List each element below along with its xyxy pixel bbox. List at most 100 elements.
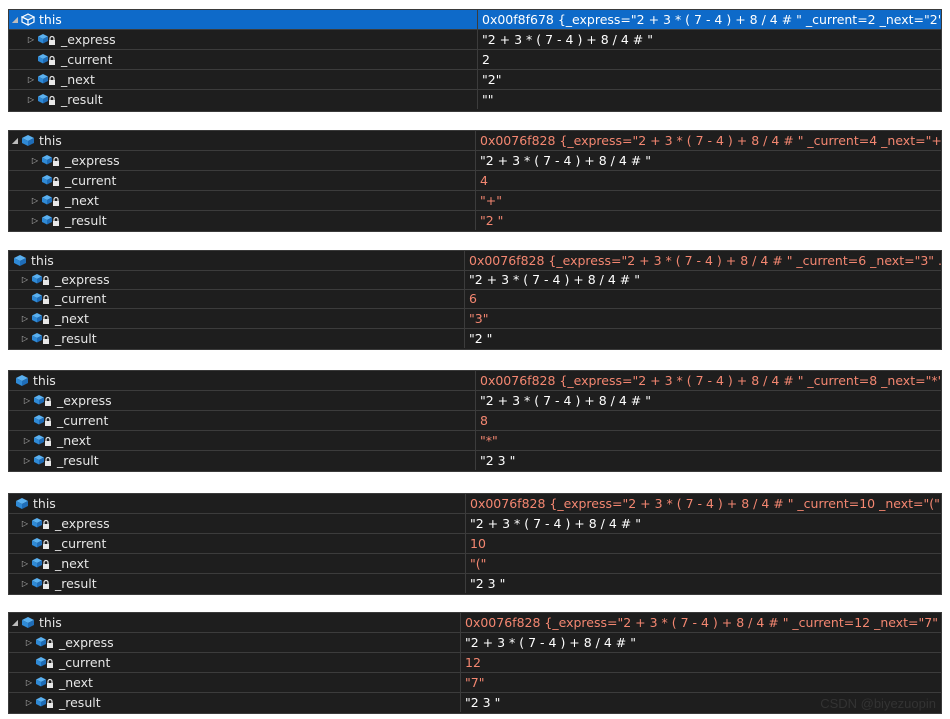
- private-field-icon: [31, 537, 51, 551]
- watch-row-current[interactable]: _current 12: [9, 653, 941, 673]
- watch-value: "2 + 3 * ( 7 - 4 ) + 8 / 4 # ": [475, 151, 941, 170]
- watch-value: 0x0076f828 {_express="2 + 3 * ( 7 - 4 ) …: [475, 131, 941, 150]
- expand-triangle-icon[interactable]: ▷: [29, 195, 41, 207]
- watch-row-express[interactable]: ▷ _express "2 + 3 * ( 7 - 4 ) + 8 / 4 # …: [9, 391, 941, 411]
- watch-row-this[interactable]: ◢ this 0x0076f828 {_express="2 + 3 * ( 7…: [9, 613, 941, 633]
- collapse-triangle-icon[interactable]: ◢: [9, 14, 21, 26]
- private-field-icon: [31, 517, 51, 531]
- private-field-icon: [33, 414, 53, 428]
- watch-value: "": [477, 90, 941, 109]
- collapse-triangle-icon[interactable]: ◢: [9, 135, 21, 147]
- watch-row-result[interactable]: ▷ _result "2 3 ": [9, 451, 941, 470]
- expand-triangle-icon[interactable]: ▷: [19, 274, 31, 286]
- watch-panel-5: ◢ this 0x0076f828 {_express="2 + 3 * ( 7…: [8, 612, 942, 714]
- watch-row-current[interactable]: _current 2: [9, 50, 941, 70]
- watch-row-express[interactable]: ▷ _express "2 + 3 * ( 7 - 4 ) + 8 / 4 # …: [9, 514, 941, 534]
- watch-panel-2: this 0x0076f828 {_express="2 + 3 * ( 7 -…: [8, 250, 942, 350]
- expand-triangle-icon[interactable]: ▷: [25, 94, 37, 106]
- watch-row-this[interactable]: this 0x0076f828 {_express="2 + 3 * ( 7 -…: [9, 494, 941, 514]
- watch-row-next[interactable]: ▷ _next "(": [9, 554, 941, 574]
- private-field-icon: [31, 577, 51, 591]
- watch-name: _current: [61, 52, 113, 67]
- watch-row-next[interactable]: ▷ _next "7": [9, 673, 941, 693]
- expand-triangle-icon[interactable]: ▷: [25, 34, 37, 46]
- expand-triangle-icon[interactable]: ▷: [29, 215, 41, 227]
- watch-row-express[interactable]: ▷ _express "2 + 3 * ( 7 - 4 ) + 8 / 4 # …: [9, 30, 941, 50]
- watch-name: _current: [55, 291, 107, 306]
- watch-value: "3": [464, 309, 941, 328]
- watch-name: _express: [59, 635, 114, 650]
- watch-row-next[interactable]: ▷ _next "3": [9, 309, 941, 329]
- watch-value: "2 + 3 * ( 7 - 4 ) + 8 / 4 # ": [460, 633, 941, 652]
- watch-row-next[interactable]: ▷ _next "+": [9, 191, 941, 211]
- watch-row-result[interactable]: ▷ _result "2 3 ": [9, 574, 941, 593]
- watch-row-current[interactable]: _current 8: [9, 411, 941, 431]
- private-field-icon: [41, 214, 61, 228]
- expand-triangle-icon[interactable]: ▷: [19, 558, 31, 570]
- expand-triangle-icon[interactable]: ▷: [23, 677, 35, 689]
- watch-name: _next: [61, 72, 95, 87]
- object-icon: [13, 254, 27, 267]
- watch-row-this[interactable]: ◢ this 0x00f8f678 {_express="2 + 3 * ( 7…: [9, 10, 941, 30]
- expand-triangle-icon[interactable]: ▷: [21, 435, 33, 447]
- private-field-icon: [35, 656, 55, 670]
- watch-row-result[interactable]: ▷ _result "2 ": [9, 329, 941, 348]
- private-field-icon: [41, 174, 61, 188]
- watch-row-this[interactable]: this 0x0076f828 {_express="2 + 3 * ( 7 -…: [9, 371, 941, 391]
- watch-name: _result: [55, 331, 97, 346]
- watch-row-result[interactable]: ▷ _result "": [9, 90, 941, 109]
- expand-triangle-icon[interactable]: ▷: [29, 155, 41, 167]
- watch-value: 4: [475, 171, 941, 190]
- watch-name: this: [39, 133, 62, 148]
- expand-triangle-icon[interactable]: ▷: [23, 637, 35, 649]
- expand-triangle-icon[interactable]: ▷: [25, 74, 37, 86]
- expand-triangle-icon[interactable]: ▷: [19, 578, 31, 590]
- private-field-icon: [41, 194, 61, 208]
- watch-row-express[interactable]: ▷ _express "2 + 3 * ( 7 - 4 ) + 8 / 4 # …: [9, 151, 941, 171]
- expand-triangle-icon[interactable]: ▷: [23, 697, 35, 709]
- private-field-icon: [33, 394, 53, 408]
- watch-row-result[interactable]: ▷ _result "2 3 ": [9, 693, 941, 712]
- watch-row-result[interactable]: ▷ _result "2 ": [9, 211, 941, 230]
- watch-value: 10: [465, 534, 941, 553]
- watch-value: 0x0076f828 {_express="2 + 3 * ( 7 - 4 ) …: [465, 494, 941, 513]
- watch-value: "*": [475, 431, 941, 450]
- watch-value: 2: [477, 50, 941, 69]
- private-field-icon: [35, 636, 55, 650]
- watch-value: "2 + 3 * ( 7 - 4 ) + 8 / 4 # ": [465, 514, 941, 533]
- private-field-icon: [31, 332, 51, 346]
- watch-row-next[interactable]: ▷ _next "*": [9, 431, 941, 451]
- watch-name: _next: [55, 556, 89, 571]
- expand-triangle-icon[interactable]: ▷: [21, 395, 33, 407]
- watch-row-express[interactable]: ▷ _express "2 + 3 * ( 7 - 4 ) + 8 / 4 # …: [9, 270, 941, 290]
- watch-value: "2 + 3 * ( 7 - 4 ) + 8 / 4 # ": [477, 30, 941, 49]
- watch-name: this: [39, 12, 62, 27]
- private-field-icon: [31, 312, 51, 326]
- watch-panel-4: this 0x0076f828 {_express="2 + 3 * ( 7 -…: [8, 493, 942, 595]
- watch-row-this[interactable]: this 0x0076f828 {_express="2 + 3 * ( 7 -…: [9, 251, 941, 271]
- watch-name: _express: [57, 393, 112, 408]
- watch-row-express[interactable]: ▷ _express "2 + 3 * ( 7 - 4 ) + 8 / 4 # …: [9, 633, 941, 653]
- private-field-icon: [37, 33, 57, 47]
- watch-name: _current: [57, 413, 109, 428]
- object-icon: [15, 497, 29, 510]
- watch-name: _result: [55, 576, 97, 591]
- watch-value: "2 ": [464, 329, 941, 348]
- watch-row-current[interactable]: _current 4: [9, 171, 941, 191]
- expand-triangle-icon[interactable]: ▷: [19, 333, 31, 345]
- expand-triangle-icon[interactable]: ▷: [19, 313, 31, 325]
- watch-row-current[interactable]: _current 6: [9, 289, 941, 309]
- watch-name: _current: [55, 536, 107, 551]
- watch-name: this: [39, 615, 62, 630]
- watch-row-next[interactable]: ▷ _next "2": [9, 70, 941, 90]
- private-field-icon: [41, 154, 61, 168]
- watch-panel-0: ◢ this 0x00f8f678 {_express="2 + 3 * ( 7…: [8, 9, 942, 112]
- collapse-triangle-icon[interactable]: ◢: [9, 617, 21, 629]
- watch-row-this[interactable]: ◢ this 0x0076f828 {_express="2 + 3 * ( 7…: [9, 131, 941, 151]
- watch-panel-3: this 0x0076f828 {_express="2 + 3 * ( 7 -…: [8, 370, 942, 472]
- watch-value: "2 + 3 * ( 7 - 4 ) + 8 / 4 # ": [464, 270, 941, 289]
- watch-row-current[interactable]: _current 10: [9, 534, 941, 554]
- expand-triangle-icon[interactable]: ▷: [21, 455, 33, 467]
- watch-value: "2 ": [475, 211, 941, 230]
- expand-triangle-icon[interactable]: ▷: [19, 518, 31, 530]
